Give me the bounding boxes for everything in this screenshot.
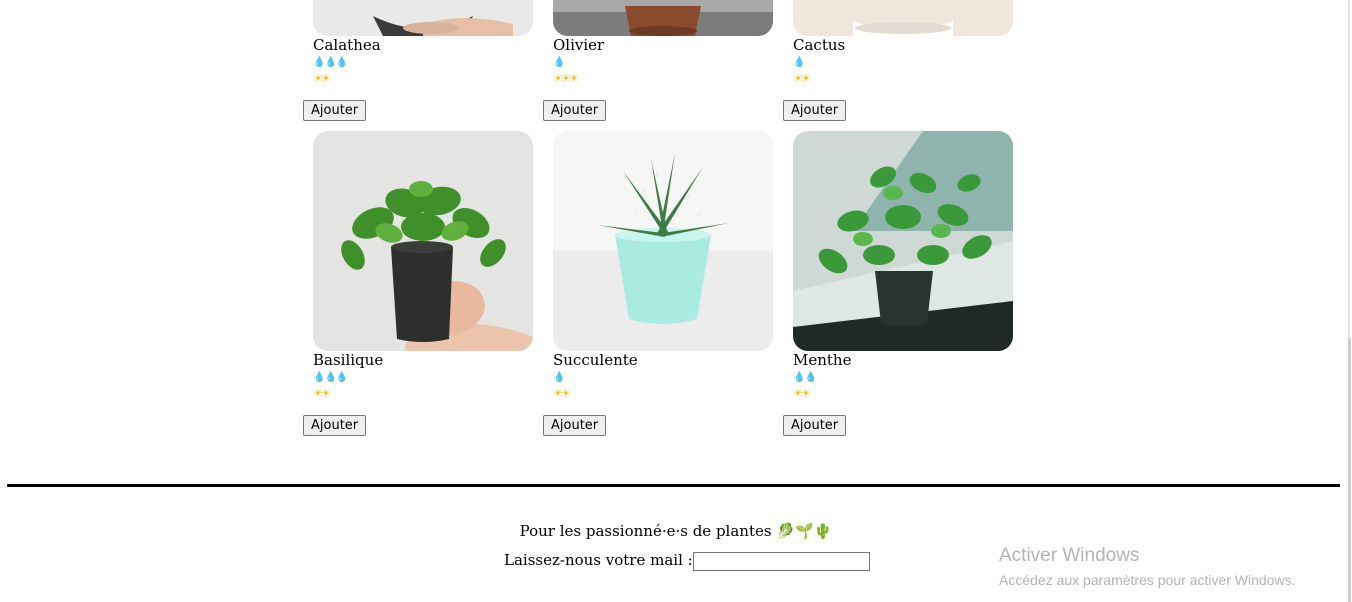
- water-drops-icon: 💧: [553, 57, 565, 68]
- sun-icon: ☀☀: [313, 387, 331, 400]
- windows-activation-watermark: Activer Windows Accédez aux paramètres p…: [999, 545, 1295, 590]
- plant-name: Menthe: [793, 351, 852, 369]
- add-button[interactable]: Ajouter: [543, 415, 607, 436]
- add-button[interactable]: Ajouter: [783, 415, 847, 436]
- sun-icon: ☀☀: [553, 387, 571, 400]
- add-button[interactable]: Ajouter: [543, 100, 607, 121]
- add-button[interactable]: Ajouter: [303, 415, 367, 436]
- plant-image-olivier: [553, 0, 773, 36]
- water-drops-icon: 💧: [793, 57, 805, 68]
- scrollbar-thumb[interactable]: [1348, 338, 1351, 602]
- plant-name: Succulente: [553, 351, 638, 369]
- water-drops-icon: 💧💧: [793, 372, 817, 383]
- plant-name: Calathea: [313, 36, 381, 54]
- water-drops-icon: 💧: [553, 372, 565, 383]
- watermark-title: Activer Windows: [999, 545, 1140, 566]
- sun-icon: ☀☀: [313, 72, 331, 85]
- sun-icon: ☀☀: [793, 72, 811, 85]
- plant-name: Olivier: [553, 36, 605, 54]
- plant-image-succulente: [553, 131, 773, 351]
- footer-tagline: Pour les passionné·e·s de plantes: [519, 522, 772, 540]
- add-button[interactable]: Ajouter: [783, 100, 847, 121]
- plant-emoji-icons: 🥬🌱🌵: [776, 522, 833, 540]
- sun-icon: ☀☀☀: [553, 72, 579, 85]
- plant-image-menthe: [793, 131, 1013, 351]
- email-field[interactable]: [692, 551, 870, 571]
- plant-name: Cactus: [793, 36, 846, 54]
- newsletter-row: Laissez-nous votre mail :: [504, 549, 870, 571]
- water-drops-icon: 💧💧💧: [313, 57, 348, 68]
- footer-divider: [7, 484, 1340, 487]
- scrollbar[interactable]: [1348, 0, 1352, 602]
- watermark-subtitle: Accédez aux paramètres pour activer Wind…: [999, 572, 1296, 588]
- water-drops-icon: 💧💧💧: [313, 372, 348, 383]
- plant-name: Basilique: [313, 351, 384, 369]
- sun-icon: ☀☀: [793, 387, 811, 400]
- mail-label: Laissez-nous votre mail :: [504, 551, 693, 569]
- footer-tagline-row: Pour les passionné·e·s de plantes 🥬🌱🌵: [0, 521, 1352, 541]
- add-button[interactable]: Ajouter: [303, 100, 367, 121]
- plant-image-cactus: [793, 0, 1013, 36]
- plant-image-calathea: [313, 0, 533, 36]
- plant-image-basilique: [313, 131, 533, 351]
